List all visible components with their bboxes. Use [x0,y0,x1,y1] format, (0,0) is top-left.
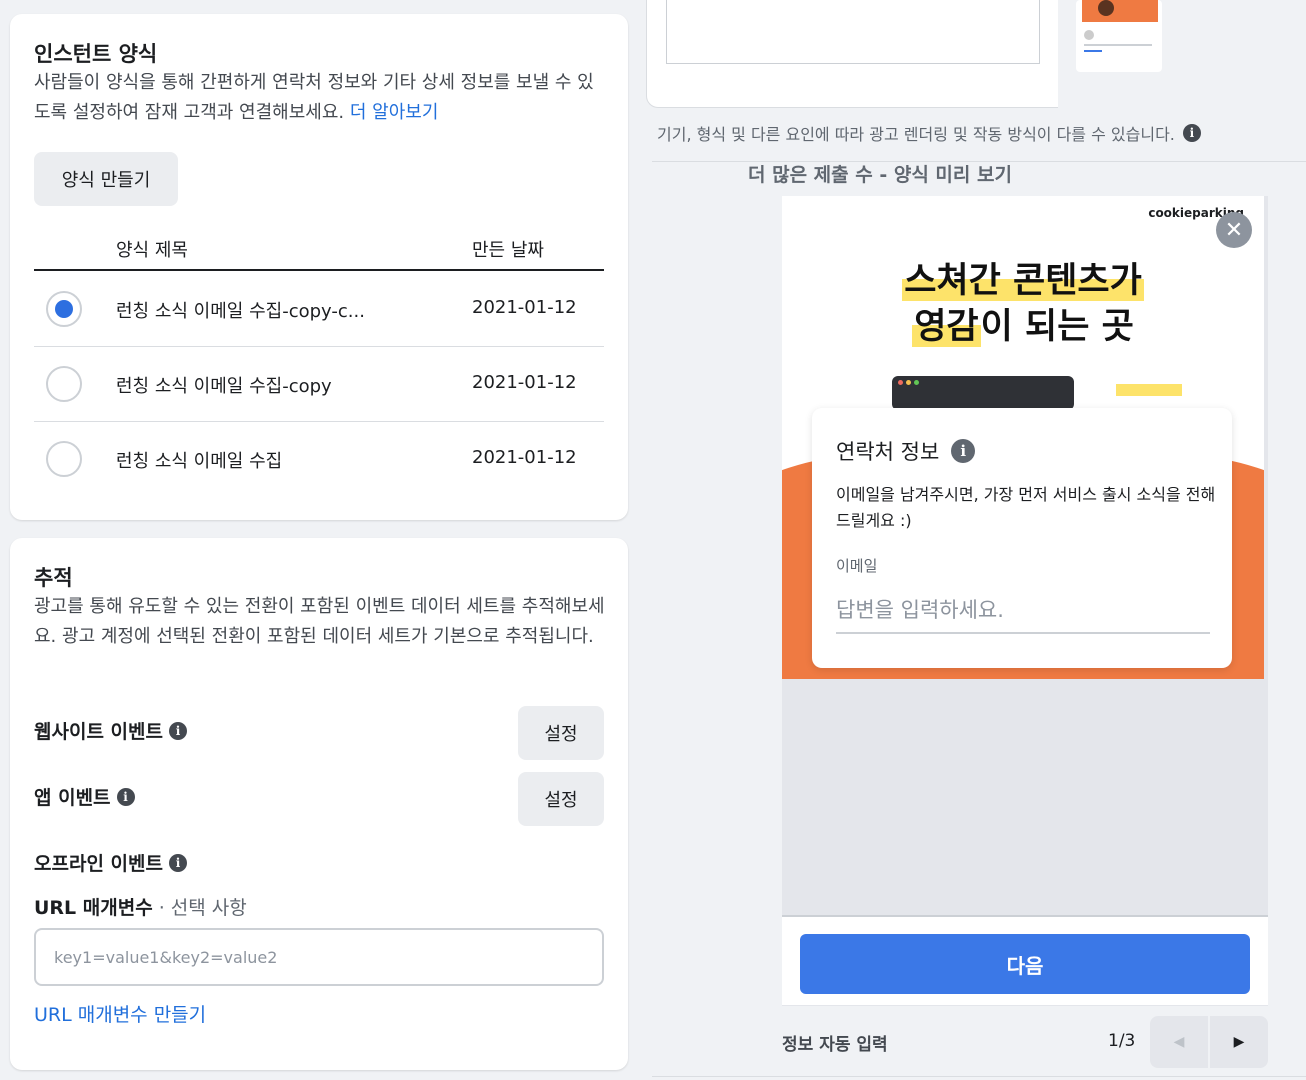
hero-headline-2: 영감이 되는 곳 [782,298,1264,349]
form-row-date: 2021-01-12 [472,372,577,393]
next-button[interactable]: 다음 [800,934,1250,994]
email-field[interactable] [836,588,1210,634]
app-events-text: 앱 이벤트 [34,787,111,809]
hero-highlight-text: 영감 [912,307,981,347]
website-events-setup-button[interactable]: 설정 [518,706,604,760]
hero-headline-1-text: 스쳐간 콘텐츠가 [902,261,1144,301]
email-field-label: 이메일 [836,557,878,575]
chevron-left-icon: ◀ [1173,1034,1185,1050]
form-row-title: 런칭 소식 이메일 수집-copy-c... [116,301,365,322]
instant-form-description-text: 사람들이 양식을 통해 간편하게 연락처 정보와 기타 상세 정보를 보낼 수 … [34,72,594,123]
tracking-title: 추적 [34,566,73,590]
form-row-title: 런칭 소식 이메일 수집-copy [116,376,332,397]
website-events-label: 웹사이트 이벤트 i [34,717,187,744]
app-events-setup-button[interactable]: 설정 [518,772,604,826]
preview-disclaimer-text: 기기, 형식 및 다른 요인에 따라 광고 렌더링 및 작동 방식이 다를 수 … [657,125,1175,144]
placement-thumbnail[interactable] [1076,0,1162,72]
ad-preview-frame [666,0,1040,64]
contact-info-card: 연락처 정보 i 이메일을 남겨주시면, 가장 먼저 서비스 출시 소식을 전해… [812,408,1232,668]
offline-events-text: 오프라인 이벤트 [34,853,163,875]
instant-form-title: 인스턴트 양식 [34,42,158,66]
info-icon[interactable]: i [1182,124,1201,142]
autofill-label: 정보 자동 입력 [782,1035,888,1055]
tracking-card: 추적 광고를 통해 유도할 수 있는 전환이 포함된 이벤트 데이터 세트를 추… [10,538,628,1070]
radio-unselected[interactable] [46,441,82,477]
close-icon[interactable]: ✕ [1216,212,1252,248]
url-params-text: URL 매개변수 [34,897,153,919]
chevron-right-icon: ▶ [1233,1034,1245,1050]
column-header-date: 만든 날짜 [472,240,544,261]
url-params-label: URL 매개변수 · 선택 사항 [34,893,247,920]
hero-sticky-note [1116,384,1182,396]
preview-disclaimer: 기기, 형식 및 다른 요인에 따라 광고 렌더링 및 작동 방식이 다를 수 … [657,121,1201,145]
form-row[interactable]: 런칭 소식 이메일 수집-copy-c... 2021-01-12 [34,272,604,347]
hero-headline-1: 스쳐간 콘텐츠가 [782,252,1264,303]
instant-form-card: 인스턴트 양식 사람들이 양식을 통해 간편하게 연락처 정보와 기타 상세 정… [10,14,628,520]
contact-info-title: 연락처 정보 i [836,436,976,466]
create-form-button[interactable]: 양식 만들기 [34,152,178,206]
url-params-input[interactable] [34,928,604,986]
info-icon[interactable]: i [168,721,187,740]
form-preview-title: 더 많은 제출 수 - 양식 미리 보기 [748,164,1012,186]
contact-info-description: 이메일을 남겨주시면, 가장 먼저 서비스 출시 소식을 전해드릴게요 :) [836,485,1216,530]
divider [652,1076,1306,1077]
hero-mockup-window [892,376,1074,410]
info-icon[interactable]: i [168,853,187,872]
contact-info-title-text: 연락처 정보 [836,440,940,464]
info-icon[interactable]: i [116,787,135,806]
website-events-text: 웹사이트 이벤트 [34,721,163,743]
column-header-form-title: 양식 제목 [116,240,188,261]
hero-rest-text: 이 되는 곳 [980,307,1134,347]
page-indicator: 1/3 [1108,1031,1136,1051]
next-page-button[interactable]: ▶ [1210,1016,1268,1068]
form-row-date: 2021-01-12 [472,447,577,468]
offline-events-label: 오프라인 이벤트 i [34,849,187,876]
form-row-title: 런칭 소식 이메일 수집 [116,451,283,472]
table-header-divider [34,269,604,271]
build-url-params-link[interactable]: URL 매개변수 만들기 [34,1000,206,1027]
app-events-label: 앱 이벤트 i [34,783,135,810]
form-row[interactable]: 런칭 소식 이메일 수집 2021-01-12 [34,422,604,497]
radio-unselected[interactable] [46,366,82,402]
previous-page-button[interactable]: ◀ [1150,1016,1208,1068]
form-row[interactable]: 런칭 소식 이메일 수집-copy 2021-01-12 [34,347,604,422]
instant-form-description: 사람들이 양식을 통해 간편하게 연락처 정보와 기타 상세 정보를 보낼 수 … [34,68,609,128]
form-row-date: 2021-01-12 [472,297,577,318]
learn-more-link[interactable]: 더 알아보기 [350,102,439,123]
tracking-description: 광고를 통해 유도할 수 있는 전환이 포함된 이벤트 데이터 세트를 추적해보… [34,596,605,647]
radio-selected[interactable] [46,291,82,327]
info-icon[interactable]: i [951,439,976,463]
optional-label: · 선택 사항 [158,897,247,919]
